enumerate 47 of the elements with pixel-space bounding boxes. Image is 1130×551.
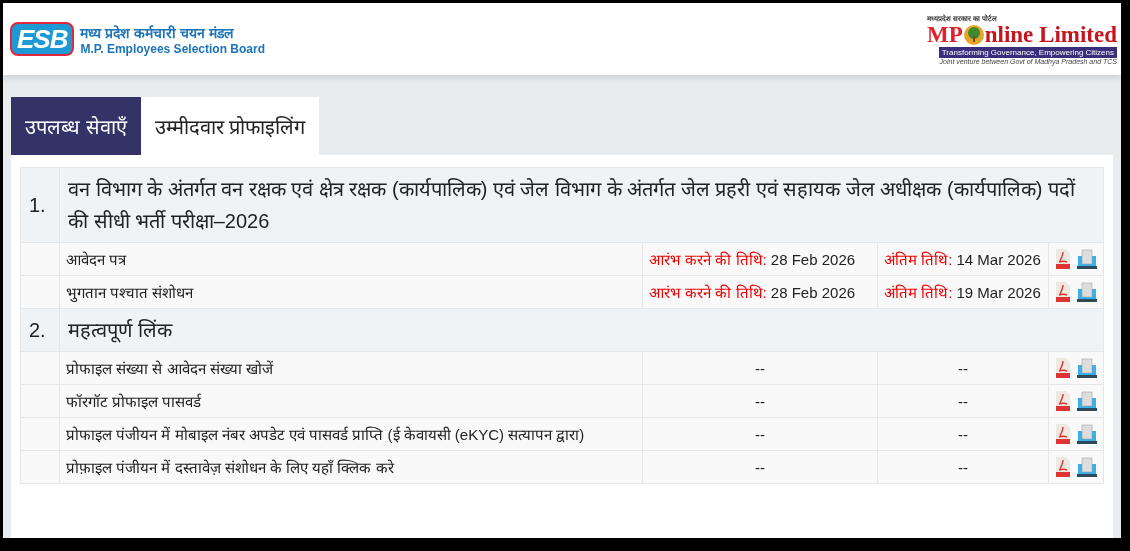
pdf-file-icon[interactable] bbox=[1055, 457, 1071, 477]
end-date: -- bbox=[877, 417, 1049, 451]
start-date: -- bbox=[642, 384, 878, 418]
start-date: -- bbox=[642, 417, 878, 451]
start-date-label: आरंभ करने की तिथि: bbox=[649, 251, 767, 268]
printer-icon[interactable] bbox=[1077, 282, 1097, 302]
service-name[interactable]: आवेदन पत्र bbox=[59, 242, 643, 276]
section-title: महत्वपूर्ण लिंक bbox=[59, 308, 1104, 352]
pdf-file-icon[interactable] bbox=[1055, 391, 1071, 411]
mp-letters: MP bbox=[926, 22, 963, 47]
start-date: 28 Feb 2026 bbox=[770, 251, 856, 268]
printer-icon[interactable] bbox=[1077, 457, 1097, 477]
pdf-file-icon[interactable] bbox=[1055, 358, 1071, 378]
service-name[interactable]: फॉरगॉट प्रोफाइल पासवर्ड bbox=[59, 384, 643, 418]
section-number: 2. bbox=[20, 308, 60, 352]
tree-emblem-icon bbox=[962, 23, 985, 46]
section-number: 1. bbox=[20, 167, 60, 243]
end-date: -- bbox=[877, 351, 1049, 385]
printer-icon[interactable] bbox=[1077, 358, 1097, 378]
start-date-label: आरंभ करने की तिथि: bbox=[649, 284, 767, 301]
esb-logo: ESB bbox=[10, 22, 75, 56]
mponline-name: nline Limited bbox=[984, 22, 1117, 47]
printer-icon[interactable] bbox=[1077, 249, 1097, 269]
board-name-hindi: मध्य प्रदेश कर्मचारी चयन मंडल bbox=[80, 23, 235, 42]
end-date: 14 Mar 2026 bbox=[956, 251, 1041, 268]
section-title: वन विभाग के अंतर्गत वन रक्षक एवं क्षेत्र रक्षक (कार्यपालिक) एवं जेल विभाग के अंतर्गत जेल प्रहरी एवं सहायक जेल अधीक्षक (कार्यपालिक) पदों की सीधी भर्ती परीक्षा–2026 bbox=[59, 167, 1104, 243]
end-date: -- bbox=[877, 384, 1049, 418]
start-date: -- bbox=[642, 450, 878, 484]
printer-icon[interactable] bbox=[1077, 391, 1097, 411]
tab[interactable]: उम्मीदवार प्रोफाइलिंग bbox=[140, 97, 320, 155]
printer-icon[interactable] bbox=[1077, 424, 1097, 444]
start-date: 28 Feb 2026 bbox=[770, 284, 856, 301]
service-name[interactable]: भुगतान पश्चात संशोधन bbox=[59, 275, 643, 309]
service-name[interactable]: प्रोफाइल संख्या से आवेदन संख्या खोजें bbox=[59, 351, 643, 385]
end-date-label: अंतिम तिथि: bbox=[884, 284, 953, 301]
pdf-file-icon[interactable] bbox=[1055, 282, 1071, 302]
tab[interactable]: उपलब्ध सेवाएँ bbox=[11, 97, 141, 155]
end-date-label: अंतिम तिथि: bbox=[884, 251, 953, 268]
logo-tagline: Transforming Governance, Empowering Citizens bbox=[938, 46, 1117, 58]
start-date: -- bbox=[642, 351, 878, 385]
end-date: -- bbox=[877, 450, 1049, 484]
end-date: 19 Mar 2026 bbox=[956, 284, 1041, 301]
board-name-english: M.P. Employees Selection Board bbox=[80, 41, 265, 56]
service-name[interactable]: प्रोफाइल पंजीयन में मोबाइल नंबर अपडेट एवं पासवर्ड प्राप्ति (ई केवायसी (eKYC) सत्यापन द्वारा) bbox=[59, 417, 643, 451]
service-name[interactable]: प्रोफ़ाइल पंजीयन में दस्तावेज़ संशोधन के लिए यहाँ क्लिक करे bbox=[59, 450, 643, 484]
pdf-file-icon[interactable] bbox=[1055, 424, 1071, 444]
pdf-file-icon[interactable] bbox=[1055, 249, 1071, 269]
